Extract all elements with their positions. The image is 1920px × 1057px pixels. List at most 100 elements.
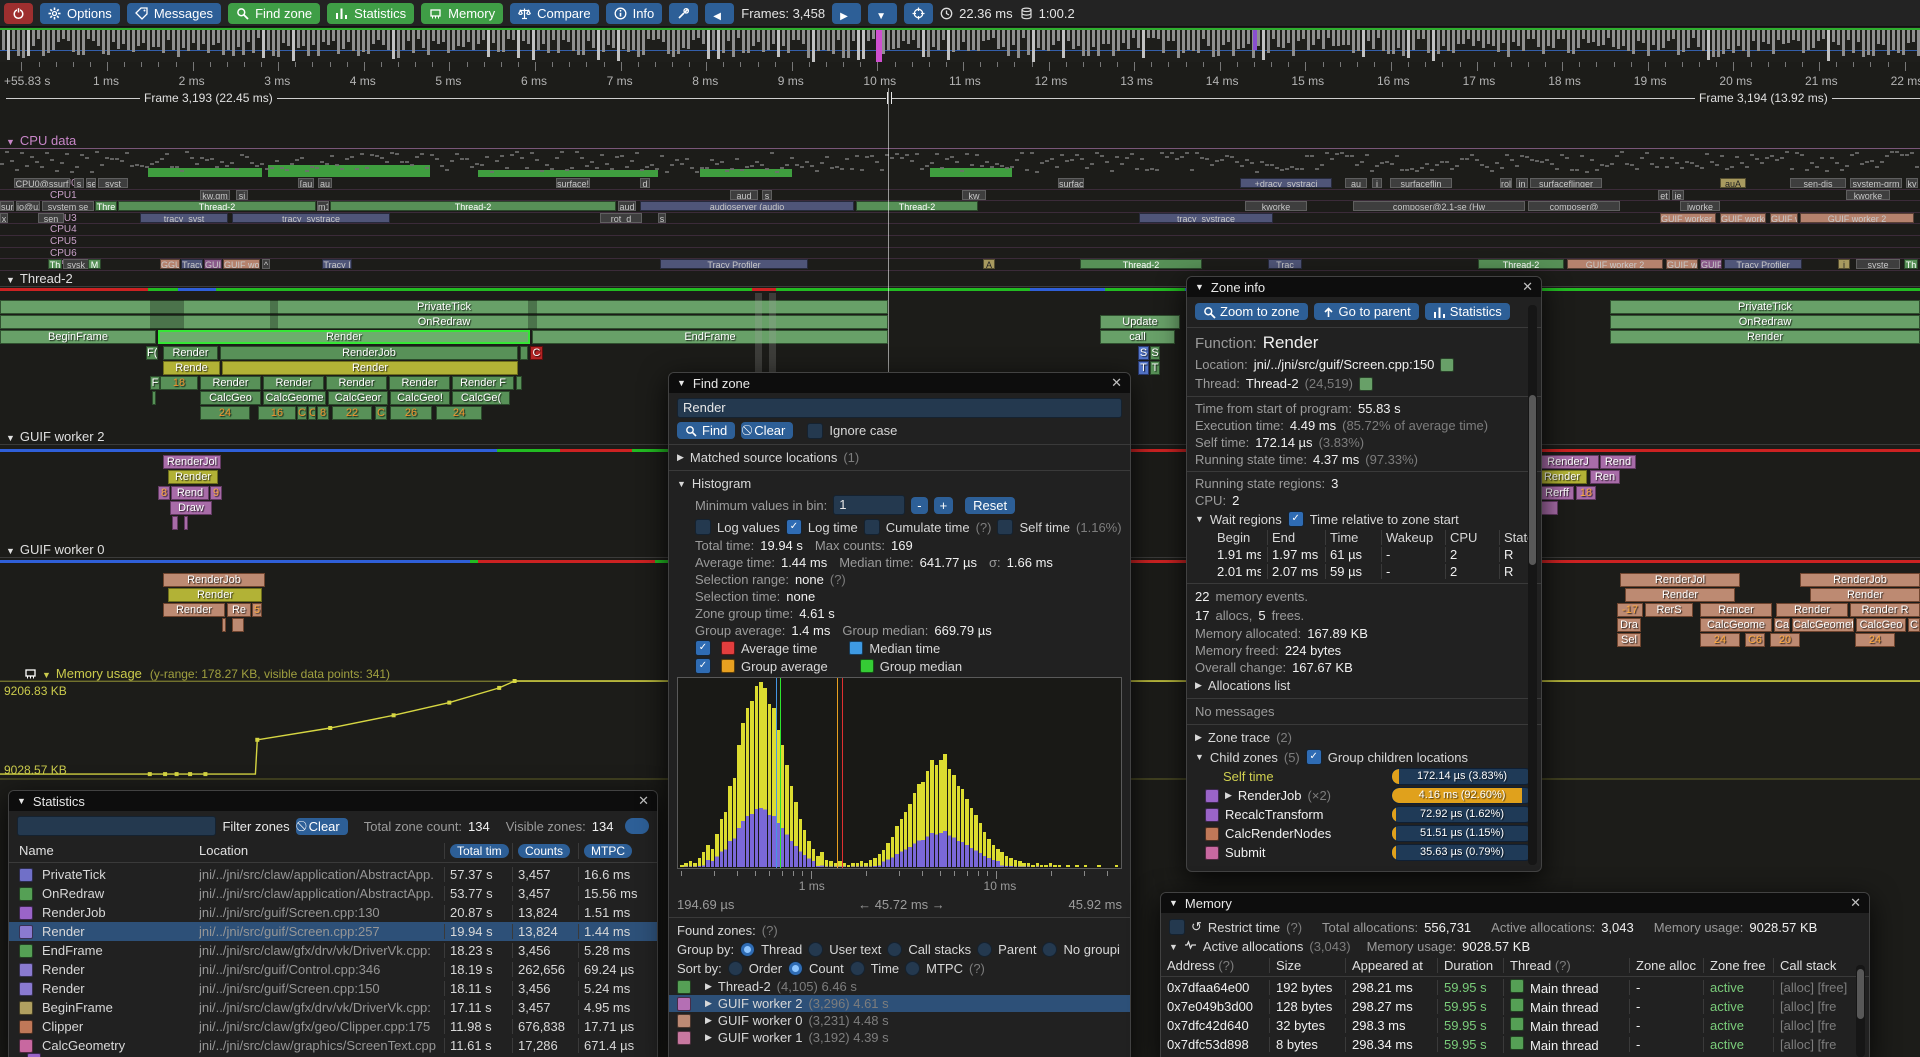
frame-bar[interactable] bbox=[1482, 30, 1485, 48]
frame-bar[interactable] bbox=[727, 30, 730, 41]
cpu-zone[interactable]: s bbox=[762, 190, 772, 200]
frame-bar[interactable] bbox=[1312, 30, 1315, 45]
frame-bar[interactable] bbox=[1592, 30, 1595, 42]
frame-bar[interactable] bbox=[952, 30, 955, 52]
frame-bar[interactable] bbox=[1847, 30, 1850, 40]
expand-arrow-icon[interactable]: ▶ bbox=[705, 981, 712, 992]
frame-bar[interactable] bbox=[487, 30, 490, 57]
allocations-list-label[interactable]: Allocations list bbox=[1208, 678, 1290, 693]
frame-bar[interactable] bbox=[347, 30, 350, 42]
allocation-row[interactable]: 0x7dfc53d8988 bytes298.34 ms59.95 sMain … bbox=[1161, 1035, 1869, 1054]
cpu-zone[interactable]: composer@2.1-se (Hw bbox=[1353, 201, 1525, 211]
bin-decrease-button[interactable]: - bbox=[911, 497, 927, 514]
frame-bar[interactable] bbox=[1727, 30, 1730, 49]
frame-bar[interactable] bbox=[557, 30, 560, 53]
frame-bar[interactable] bbox=[1802, 30, 1805, 53]
frame-bar[interactable] bbox=[472, 30, 475, 50]
frame-bar[interactable] bbox=[272, 30, 275, 56]
timeline-zone-renderjob[interactable]: RenderJob bbox=[163, 573, 265, 587]
frame-bar[interactable] bbox=[792, 30, 795, 40]
frame-bar[interactable] bbox=[827, 30, 830, 51]
cpu-zone[interactable]: sen-dis bbox=[1790, 178, 1846, 188]
frame-bar[interactable] bbox=[1872, 30, 1875, 56]
find-zone-titlebar[interactable]: ▼ Find zone ✕ bbox=[669, 373, 1130, 393]
timeline-zone-c[interactable]: C bbox=[375, 406, 387, 420]
frame-bar[interactable] bbox=[1577, 30, 1580, 48]
cpu-zone[interactable]: system-grm bbox=[1850, 178, 1902, 188]
frame-bar[interactable] bbox=[372, 30, 375, 44]
cpu-zone[interactable]: Trac bbox=[1268, 259, 1302, 269]
timeline-zone-s[interactable]: S bbox=[1138, 346, 1149, 360]
frame-bar[interactable] bbox=[1887, 30, 1890, 55]
frame-bar[interactable] bbox=[427, 30, 430, 55]
frame-bar[interactable] bbox=[1497, 30, 1500, 52]
frame-bar[interactable] bbox=[567, 30, 570, 42]
frame-bar[interactable] bbox=[332, 30, 335, 41]
frame-bar[interactable] bbox=[917, 30, 920, 48]
frame-bar[interactable] bbox=[977, 30, 980, 51]
timeline-zone[interactable] bbox=[520, 346, 528, 360]
timeline-zone-render[interactable]: Render bbox=[168, 588, 262, 602]
collapse-arrow-icon[interactable]: ▼ bbox=[1169, 898, 1178, 908]
col-zone-free[interactable]: Zone free bbox=[1703, 958, 1773, 973]
frame-bar[interactable] bbox=[77, 30, 80, 55]
frame-bar[interactable] bbox=[1897, 30, 1900, 53]
frame-bar[interactable] bbox=[197, 30, 200, 50]
frame-bar[interactable] bbox=[1157, 30, 1160, 39]
legend-checkbox[interactable]: ✓ bbox=[695, 640, 711, 656]
timeline-zone-onredraw[interactable]: OnRedraw bbox=[1610, 315, 1920, 329]
frame-bar[interactable] bbox=[1782, 30, 1785, 44]
frame-bar[interactable] bbox=[742, 30, 745, 53]
col-address[interactable]: Address (?) bbox=[1161, 958, 1269, 973]
frame-bar[interactable] bbox=[542, 30, 545, 44]
timeline-zone-calcge-[interactable]: CalcGe( bbox=[452, 391, 510, 405]
cpu-zone[interactable]: Thread-2 bbox=[1080, 259, 1202, 269]
frame-bar[interactable] bbox=[1407, 30, 1410, 58]
frame-bar[interactable] bbox=[1662, 30, 1665, 48]
frame-bar[interactable] bbox=[37, 30, 40, 39]
cpu-zone[interactable]: Thre bbox=[95, 201, 117, 211]
timeline-zone-rende[interactable]: Rende bbox=[163, 361, 220, 375]
find-zone-button[interactable]: Find zone bbox=[228, 3, 320, 24]
cpu-zone[interactable]: syst bbox=[98, 178, 128, 188]
frame-bar[interactable] bbox=[907, 30, 910, 44]
timeline-zone-c[interactable]: C bbox=[530, 346, 543, 360]
frame-bar[interactable] bbox=[607, 30, 610, 45]
timeline-zone-render-f[interactable]: Render F bbox=[452, 376, 514, 390]
frame-bar[interactable] bbox=[1292, 30, 1295, 56]
frame-bar[interactable] bbox=[1687, 30, 1690, 48]
frame-bar[interactable] bbox=[1752, 30, 1755, 41]
collapse-arrow-icon[interactable]: ▼ bbox=[1195, 282, 1204, 292]
frame-bar[interactable] bbox=[1032, 30, 1035, 62]
cpu-zone[interactable]: system se bbox=[42, 201, 94, 211]
frame-bar[interactable] bbox=[577, 30, 580, 55]
cpu-zone[interactable]: GUIF w bbox=[1666, 259, 1698, 269]
frame-bar[interactable] bbox=[1077, 30, 1080, 46]
frame-bar[interactable] bbox=[307, 30, 310, 56]
frame-bar[interactable] bbox=[1602, 30, 1605, 45]
frame-bar[interactable] bbox=[462, 30, 465, 47]
frame-bar[interactable] bbox=[1907, 30, 1910, 43]
frame-bar[interactable] bbox=[252, 30, 255, 53]
frame-bar[interactable] bbox=[1472, 30, 1475, 46]
frame-bar[interactable] bbox=[212, 30, 215, 45]
timeline-zone-t[interactable]: T bbox=[1150, 361, 1160, 375]
compare-button[interactable]: Compare bbox=[510, 3, 598, 24]
col-counts[interactable]: Counts bbox=[512, 843, 578, 859]
frame-bar[interactable] bbox=[417, 30, 420, 39]
frame-bar[interactable] bbox=[1452, 30, 1455, 53]
frame-bar[interactable] bbox=[1822, 30, 1825, 39]
frame-bar[interactable] bbox=[1282, 30, 1285, 48]
frame-bar[interactable] bbox=[1817, 30, 1820, 41]
frame-bar[interactable] bbox=[1827, 30, 1830, 61]
frame-bar[interactable] bbox=[1712, 30, 1715, 57]
frame-bar[interactable] bbox=[452, 30, 455, 50]
frame-bar[interactable] bbox=[1652, 30, 1655, 45]
frame-bar[interactable] bbox=[747, 30, 750, 53]
frame-bar[interactable] bbox=[1142, 30, 1145, 58]
frame-bar[interactable] bbox=[857, 30, 860, 60]
frame-bar[interactable] bbox=[517, 30, 520, 58]
frame-bar[interactable] bbox=[637, 30, 640, 57]
frame-bar[interactable] bbox=[222, 30, 225, 55]
matched-source-locations-label[interactable]: Matched source locations bbox=[690, 450, 837, 465]
